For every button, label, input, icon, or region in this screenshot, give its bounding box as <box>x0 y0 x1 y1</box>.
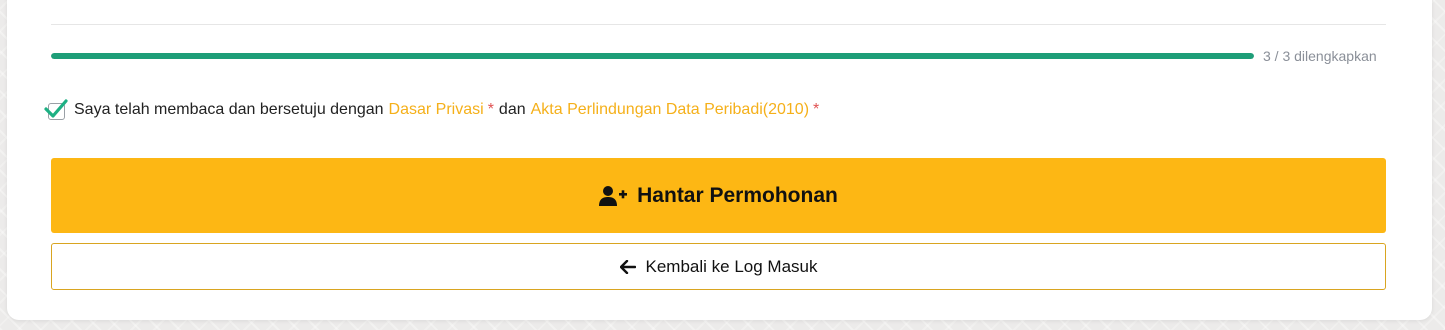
consent-text: Saya telah membaca dan bersetuju dengan <box>74 101 384 118</box>
progress-bar <box>51 53 1254 59</box>
consent-row: Saya telah membaca dan bersetuju dengan … <box>44 98 819 122</box>
section-divider <box>51 24 1386 25</box>
required-marker: * <box>487 101 494 118</box>
progress-label: 3 / 3 dilengkapkan <box>1263 48 1377 64</box>
progress-bar-fill <box>51 53 1254 59</box>
submit-label: Hantar Permohonan <box>637 183 838 207</box>
consent-checkbox[interactable] <box>44 99 68 120</box>
check-icon <box>44 99 68 118</box>
conjunction-text: dan <box>498 101 526 118</box>
back-to-login-button[interactable]: Kembali ke Log Masuk <box>51 243 1386 290</box>
submit-application-button[interactable]: Hantar Permohonan <box>51 158 1386 233</box>
arrow-left-icon <box>619 259 636 274</box>
required-marker: * <box>813 101 820 118</box>
form-card: 3 / 3 dilengkapkan Saya telah membaca da… <box>7 0 1432 320</box>
back-label: Kembali ke Log Masuk <box>645 256 818 276</box>
privacy-policy-link[interactable]: Dasar Privasi <box>389 101 484 119</box>
user-plus-icon <box>599 185 628 206</box>
data-protection-act-link[interactable]: Akta Perlindungan Data Peribadi(2010) <box>531 101 809 119</box>
